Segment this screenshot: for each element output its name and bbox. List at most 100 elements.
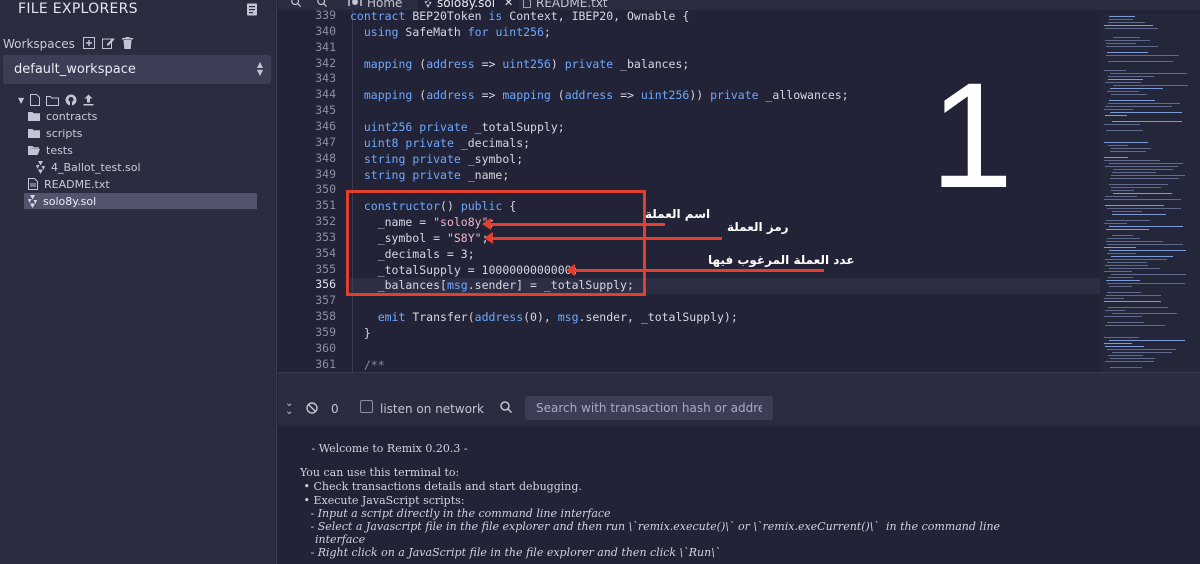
- code-line: uint256 private _totalSupply;: [363, 119, 565, 134]
- minimap-line: [1113, 193, 1172, 194]
- zoom-out-icon[interactable]: [290, 0, 302, 7]
- annotation-label-symbol: رمز العملة: [727, 220, 789, 234]
- line-number: 339: [315, 8, 336, 22]
- minimap-line: [1106, 295, 1161, 296]
- line-number: 341: [315, 39, 336, 54]
- tree-file-4-ballot-test[interactable]: 4_Ballot_test.sol: [36, 159, 141, 175]
- minimap-line: [1105, 28, 1158, 29]
- minimap-line: [1104, 247, 1136, 248]
- github-icon[interactable]: [65, 94, 77, 106]
- solidity-icon: [28, 194, 37, 208]
- listen-network-checkbox[interactable]: [360, 400, 373, 413]
- workspace-select[interactable]: default_workspace ▲ ▼: [3, 55, 271, 84]
- minimap-line: [1105, 166, 1178, 167]
- minimap-line: [1104, 109, 1133, 110]
- minimap-line: [1108, 103, 1180, 104]
- minimap-line: [1109, 19, 1133, 20]
- terminal-output[interactable]: - Welcome to Remix 0.20.3 - You can use t…: [278, 426, 1200, 564]
- minimap-line: [1108, 79, 1143, 80]
- tree-file-solo8y[interactable]: solo8y.sol: [24, 193, 257, 209]
- line-number: 361: [315, 356, 336, 371]
- annotation-arrow-name: [482, 218, 665, 230]
- minimap-line: [1112, 121, 1182, 122]
- transaction-search-input[interactable]: [525, 396, 773, 420]
- code-line: mapping (address => mapping (address => …: [363, 88, 849, 103]
- minimap-line: [1104, 337, 1139, 338]
- minimap-line: [1113, 169, 1173, 170]
- minimap-line: [1112, 172, 1156, 173]
- minimap-line: [1106, 229, 1149, 230]
- minimap-line: [1108, 76, 1154, 77]
- minimap-line: [1106, 43, 1136, 44]
- delete-workspace-icon[interactable]: [122, 37, 133, 49]
- terminal-line: • Execute JavaScript scripts:: [300, 494, 465, 507]
- line-number: 348: [315, 150, 336, 165]
- terminal-line: interface: [308, 533, 366, 546]
- minimap-line: [1112, 352, 1172, 353]
- annotation-label-name: اسم العملة: [645, 207, 711, 221]
- edit-workspace-icon[interactable]: [102, 37, 115, 49]
- minimap-line: [1110, 358, 1155, 359]
- terminal-line: • Check transactions details and start d…: [300, 480, 582, 493]
- minimap-line: [1112, 235, 1133, 236]
- new-file-icon[interactable]: [30, 94, 41, 106]
- code-line: using SafeMath for uint256;: [363, 24, 551, 39]
- minimap-line: [1105, 115, 1127, 116]
- new-folder-icon[interactable]: [46, 95, 60, 106]
- minimap-line: [1104, 223, 1127, 224]
- tree-file-readme[interactable]: README.txt: [28, 176, 110, 192]
- minimap-line: [1107, 244, 1183, 245]
- editor-minimap[interactable]: [1100, 14, 1200, 372]
- line-number: 358: [315, 309, 336, 324]
- tree-item-label: scripts: [46, 126, 83, 140]
- tree-folder-tests[interactable]: tests: [28, 142, 73, 158]
- tree-item-label: README.txt: [44, 177, 110, 191]
- minimap-line: [1105, 106, 1172, 107]
- minimap-line: [1104, 343, 1132, 344]
- terminal-line: - Welcome to Remix 0.20.3 -: [308, 442, 468, 455]
- line-number: 360: [315, 340, 336, 355]
- minimap-line: [1108, 277, 1133, 278]
- chevron-double-down-icon[interactable]: ⌄ ⌄: [285, 399, 293, 417]
- chevron-up-down-icon: ▲ ▼: [256, 60, 263, 77]
- minimap-line: [1105, 40, 1150, 41]
- tree-folder-contracts[interactable]: contracts: [28, 108, 97, 124]
- pending-transactions-count: 0: [331, 402, 339, 416]
- minimap-line: [1107, 208, 1181, 209]
- minimap-line: [1111, 190, 1134, 191]
- terminal-line: - Input a script directly in the command…: [300, 507, 611, 520]
- minimap-line: [1109, 226, 1183, 227]
- minimap-line: [1105, 310, 1125, 311]
- annotation-label-supply: عدد العملة المرغوب فيها: [708, 253, 855, 267]
- line-number: 351: [315, 198, 336, 213]
- chevron-down-icon[interactable]: ▼: [18, 96, 24, 105]
- line-number: 355: [315, 261, 336, 276]
- minimap-line: [1110, 73, 1187, 74]
- minimap-line: [1104, 316, 1142, 317]
- terminal-resize-handle[interactable]: [278, 372, 1200, 392]
- search-icon: [500, 401, 512, 413]
- listen-network-label: listen on network: [380, 402, 484, 416]
- minimap-line: [1105, 361, 1154, 362]
- line-number: 350: [315, 182, 336, 197]
- zoom-in-icon[interactable]: [316, 0, 328, 7]
- minimap-line: [1106, 55, 1179, 56]
- minimap-line: [1109, 268, 1160, 269]
- document-icon[interactable]: [246, 3, 258, 16]
- clear-console-icon[interactable]: [306, 402, 318, 414]
- step-number: 1: [930, 51, 1014, 219]
- minimap-line: [1104, 142, 1148, 143]
- minimap-line: [1104, 298, 1124, 299]
- minimap-line: [1105, 259, 1167, 260]
- add-workspace-icon[interactable]: [83, 37, 95, 49]
- minimap-line: [1111, 175, 1185, 176]
- minimap-line: [1104, 124, 1140, 125]
- minimap-line: [1111, 148, 1151, 149]
- upload-icon[interactable]: [83, 94, 94, 106]
- solidity-icon: [424, 0, 432, 8]
- minimap-line: [1107, 349, 1176, 350]
- code-line: mapping (address => uint256) private _ba…: [363, 56, 690, 71]
- tree-folder-scripts[interactable]: scripts: [28, 125, 82, 141]
- minimap-line: [1106, 280, 1140, 281]
- minimap-line: [1107, 238, 1140, 239]
